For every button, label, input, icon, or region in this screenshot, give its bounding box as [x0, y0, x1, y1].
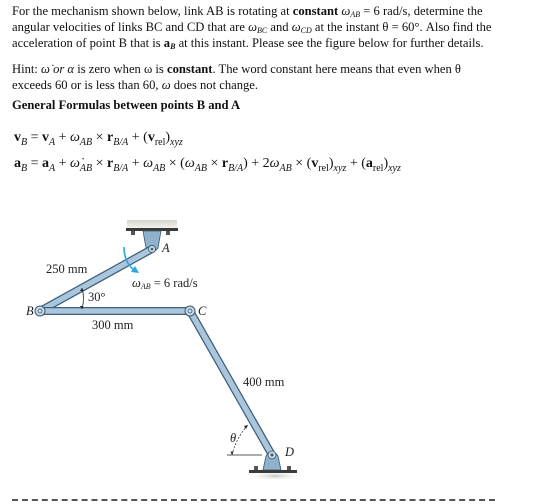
f-sub: xyz: [333, 163, 347, 174]
omega-subscript: AB: [350, 10, 361, 19]
f-op: +: [55, 156, 71, 171]
f-sub: xyz: [388, 163, 401, 174]
f-sym: v: [147, 130, 155, 145]
omega-subscript: AB: [140, 282, 151, 291]
acceleration-formula: aB = aA + ω̇AB × rB/A + ωAB × (ωAB × rB/…: [14, 156, 401, 174]
f-sym: ω: [184, 156, 195, 171]
label-ab-length: 250 mm: [46, 262, 88, 276]
omega-symbol: ω: [161, 78, 171, 92]
text: = 6 rad/s, determine the: [360, 4, 483, 18]
f-op: × (: [165, 156, 185, 171]
text: is zero when ω is: [74, 62, 167, 76]
omega-cd-symbol: ω: [291, 20, 301, 34]
f-op: + (: [128, 130, 148, 145]
bold-constant: constant: [292, 4, 339, 18]
mechanism-figure: A B C D 250 mm 300 mm 400 mm 30° θ ωAB =…: [26, 220, 305, 481]
text: For the mechanism shown below, link AB i…: [12, 4, 293, 18]
bolt-icon: [254, 466, 258, 470]
omega-bc-symbol: ω: [248, 20, 257, 34]
f-sub: rel: [372, 163, 384, 174]
f-op: =: [27, 156, 43, 171]
f-sym: ω: [70, 130, 80, 145]
f-sym: a: [42, 156, 50, 171]
f-sub: B/A: [113, 137, 129, 148]
f-sub: AB: [279, 163, 292, 174]
text: at the instant θ = 60°. Also find the: [311, 20, 492, 34]
f-sym: a: [365, 156, 373, 171]
f-op: ×: [206, 156, 222, 171]
f-op: + (: [346, 156, 366, 171]
f-sub: B/A: [228, 163, 244, 174]
omega-bc-subscript: BC: [256, 26, 268, 35]
f-sub: AB: [194, 163, 207, 174]
f-op: +: [128, 156, 144, 171]
text: . The word constant here means that even…: [212, 62, 461, 76]
f-sym: ω: [143, 156, 154, 171]
ceiling: [127, 220, 177, 228]
f-sub: rel: [318, 163, 329, 174]
label-angle-30: 30°: [88, 290, 106, 304]
pin-c: [184, 305, 196, 317]
label-a: A: [161, 241, 170, 255]
pin-a: [148, 245, 156, 253]
omega-symbol: ω: [341, 4, 351, 18]
f-sub: AB: [153, 163, 166, 174]
f-sym: v: [42, 130, 50, 145]
text: angular velocities of links BC and CD th…: [12, 20, 249, 34]
f-sym: ω̇: [70, 156, 80, 171]
pin-d: [267, 450, 277, 460]
f-sub: B/A: [113, 163, 129, 174]
f-sub: AB: [79, 137, 93, 148]
text: and: [267, 20, 292, 34]
f-op: =: [27, 130, 43, 145]
f-op: + 2: [247, 156, 270, 171]
text: acceleration of point B that is: [12, 36, 164, 50]
f-op: × (: [291, 156, 312, 171]
f-op: ×: [92, 130, 108, 145]
text: Hint:: [12, 62, 42, 76]
hint-line-1: Hint: ω̇ or α is zero when ω is constant…: [12, 61, 461, 77]
f-op: +: [55, 130, 71, 145]
text: does not change.: [170, 78, 259, 92]
velocity-formula: vB = vA + ωAB × rB/A + (vrel)xyz: [14, 130, 183, 148]
label-bc-length: 300 mm: [92, 318, 134, 332]
f-sym: a: [14, 156, 21, 171]
bolt-icon: [287, 466, 291, 470]
omega-symbol: ω: [132, 276, 141, 290]
omega-cd-subscript: CD: [300, 26, 312, 35]
label-omega-ab: ωAB = 6 rad/s: [132, 276, 198, 291]
omega-value: = 6 rad/s: [151, 276, 198, 290]
dashed-separator: [12, 499, 495, 501]
ground-plate: [249, 470, 297, 473]
f-op: ×: [92, 156, 108, 171]
bolt-icon: [166, 231, 170, 235]
hint-symbols: ω̇ or α: [41, 62, 75, 76]
section-heading: General Formulas between points B and A: [12, 98, 241, 112]
problem-line-3: acceleration of point B that is aB at th…: [12, 35, 484, 55]
label-b: B: [26, 304, 34, 318]
label-d: D: [284, 445, 294, 459]
f-sym: v: [14, 130, 21, 145]
f-sub: xyz: [170, 137, 183, 148]
text: exceeds 60 or is less than 60,: [12, 78, 162, 92]
label-c: C: [198, 304, 207, 318]
label-cd-length: 400 mm: [243, 375, 285, 389]
text: at this instant. Please see the figure b…: [175, 36, 484, 50]
label-theta: θ: [230, 431, 236, 445]
bolt-icon: [131, 231, 135, 235]
pin-b: [34, 305, 46, 317]
hint-line-2: exceeds 60 or is less than 60, ω does no…: [12, 77, 258, 93]
f-sub: AB: [79, 163, 93, 174]
ceiling-plate: [126, 228, 178, 231]
f-sub: rel: [154, 137, 166, 148]
bold-constant: constant: [166, 62, 213, 76]
f-sym: ω: [269, 156, 280, 171]
